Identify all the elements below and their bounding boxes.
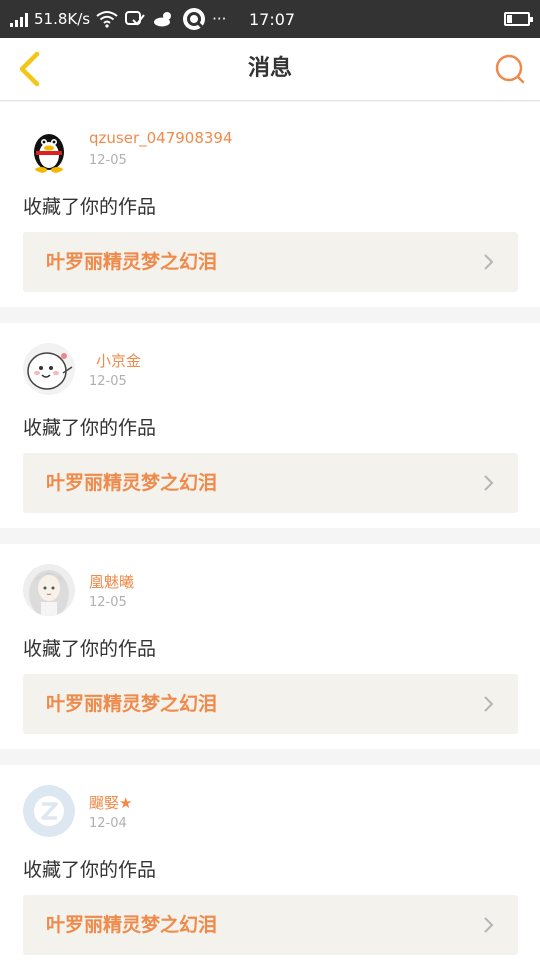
- anime-girl-avatar-icon: [23, 564, 75, 616]
- avatar[interactable]: [23, 122, 75, 174]
- message-action: 收藏了你的作品: [23, 859, 157, 881]
- clock: 17:07: [249, 9, 296, 29]
- message-date: 12-05: [89, 153, 127, 168]
- message-item: qzuser_047908394 12-05 收藏了你的作品 叶罗丽精灵梦之幻泪: [0, 102, 540, 307]
- weather-icon: [154, 12, 172, 27]
- username[interactable]: qzuser_047908394: [89, 129, 233, 147]
- message-action: 收藏了你的作品: [23, 638, 157, 660]
- chevron-right-icon: [484, 696, 494, 712]
- status-bar: 51.8K/s ··· 17:07: [0, 0, 540, 38]
- message-date: 12-05: [89, 595, 127, 610]
- message-item: 小京金 12-05 收藏了你的作品 叶罗丽精灵梦之幻泪: [0, 323, 540, 528]
- work-link[interactable]: 叶罗丽精灵梦之幻泪: [23, 232, 518, 292]
- work-link[interactable]: 叶罗丽精灵梦之幻泪: [23, 453, 518, 513]
- chevron-right-icon: [484, 917, 494, 933]
- status-left: 51.8K/s ···: [10, 0, 226, 38]
- battery-icon: [504, 12, 533, 26]
- wifi-icon: [96, 11, 118, 28]
- message-date: 12-05: [89, 374, 127, 389]
- message-item: 飀婜★ 12-04 收藏了你的作品 叶罗丽精灵梦之幻泪: [0, 765, 540, 960]
- message-item: 凰魅曦 12-05 收藏了你的作品 叶罗丽精灵梦之幻泪: [0, 544, 540, 749]
- username[interactable]: 飀婜★: [89, 792, 132, 813]
- work-link[interactable]: 叶罗丽精灵梦之幻泪: [23, 674, 518, 734]
- signal-icon: [10, 11, 28, 27]
- avatar[interactable]: [23, 343, 75, 395]
- network-speed: 51.8K/s: [34, 10, 91, 28]
- page-title: 消息: [247, 56, 292, 81]
- work-title: 叶罗丽精灵梦之幻泪: [46, 251, 218, 273]
- username[interactable]: 小京金: [96, 350, 141, 371]
- more-indicator: ···: [212, 10, 227, 28]
- avatar[interactable]: [23, 785, 75, 837]
- status-right: [504, 0, 533, 38]
- chevron-right-icon: [484, 475, 494, 491]
- notification-icon: [125, 11, 145, 26]
- message-action: 收藏了你的作品: [23, 196, 157, 218]
- work-link[interactable]: 叶罗丽精灵梦之幻泪: [23, 895, 518, 955]
- work-title: 叶罗丽精灵梦之幻泪: [46, 914, 218, 936]
- default-z-avatar-icon: [23, 785, 75, 837]
- message-action: 收藏了你的作品: [23, 417, 157, 439]
- message-list: qzuser_047908394 12-05 收藏了你的作品 叶罗丽精灵梦之幻泪…: [0, 102, 540, 960]
- avatar[interactable]: [23, 564, 75, 616]
- cartoon-character-avatar-icon: [23, 343, 75, 395]
- qq-penguin-avatar-icon: [23, 122, 75, 174]
- chevron-right-icon: [484, 254, 494, 270]
- work-title: 叶罗丽精灵梦之幻泪: [46, 472, 218, 494]
- message-date: 12-04: [89, 816, 127, 831]
- work-title: 叶罗丽精灵梦之幻泪: [46, 693, 218, 715]
- search-icon: [495, 54, 525, 84]
- nav-bar: 消息: [0, 38, 540, 101]
- app-notification-icon: [183, 8, 206, 30]
- search-button[interactable]: [488, 47, 532, 91]
- username[interactable]: 凰魅曦: [89, 571, 134, 592]
